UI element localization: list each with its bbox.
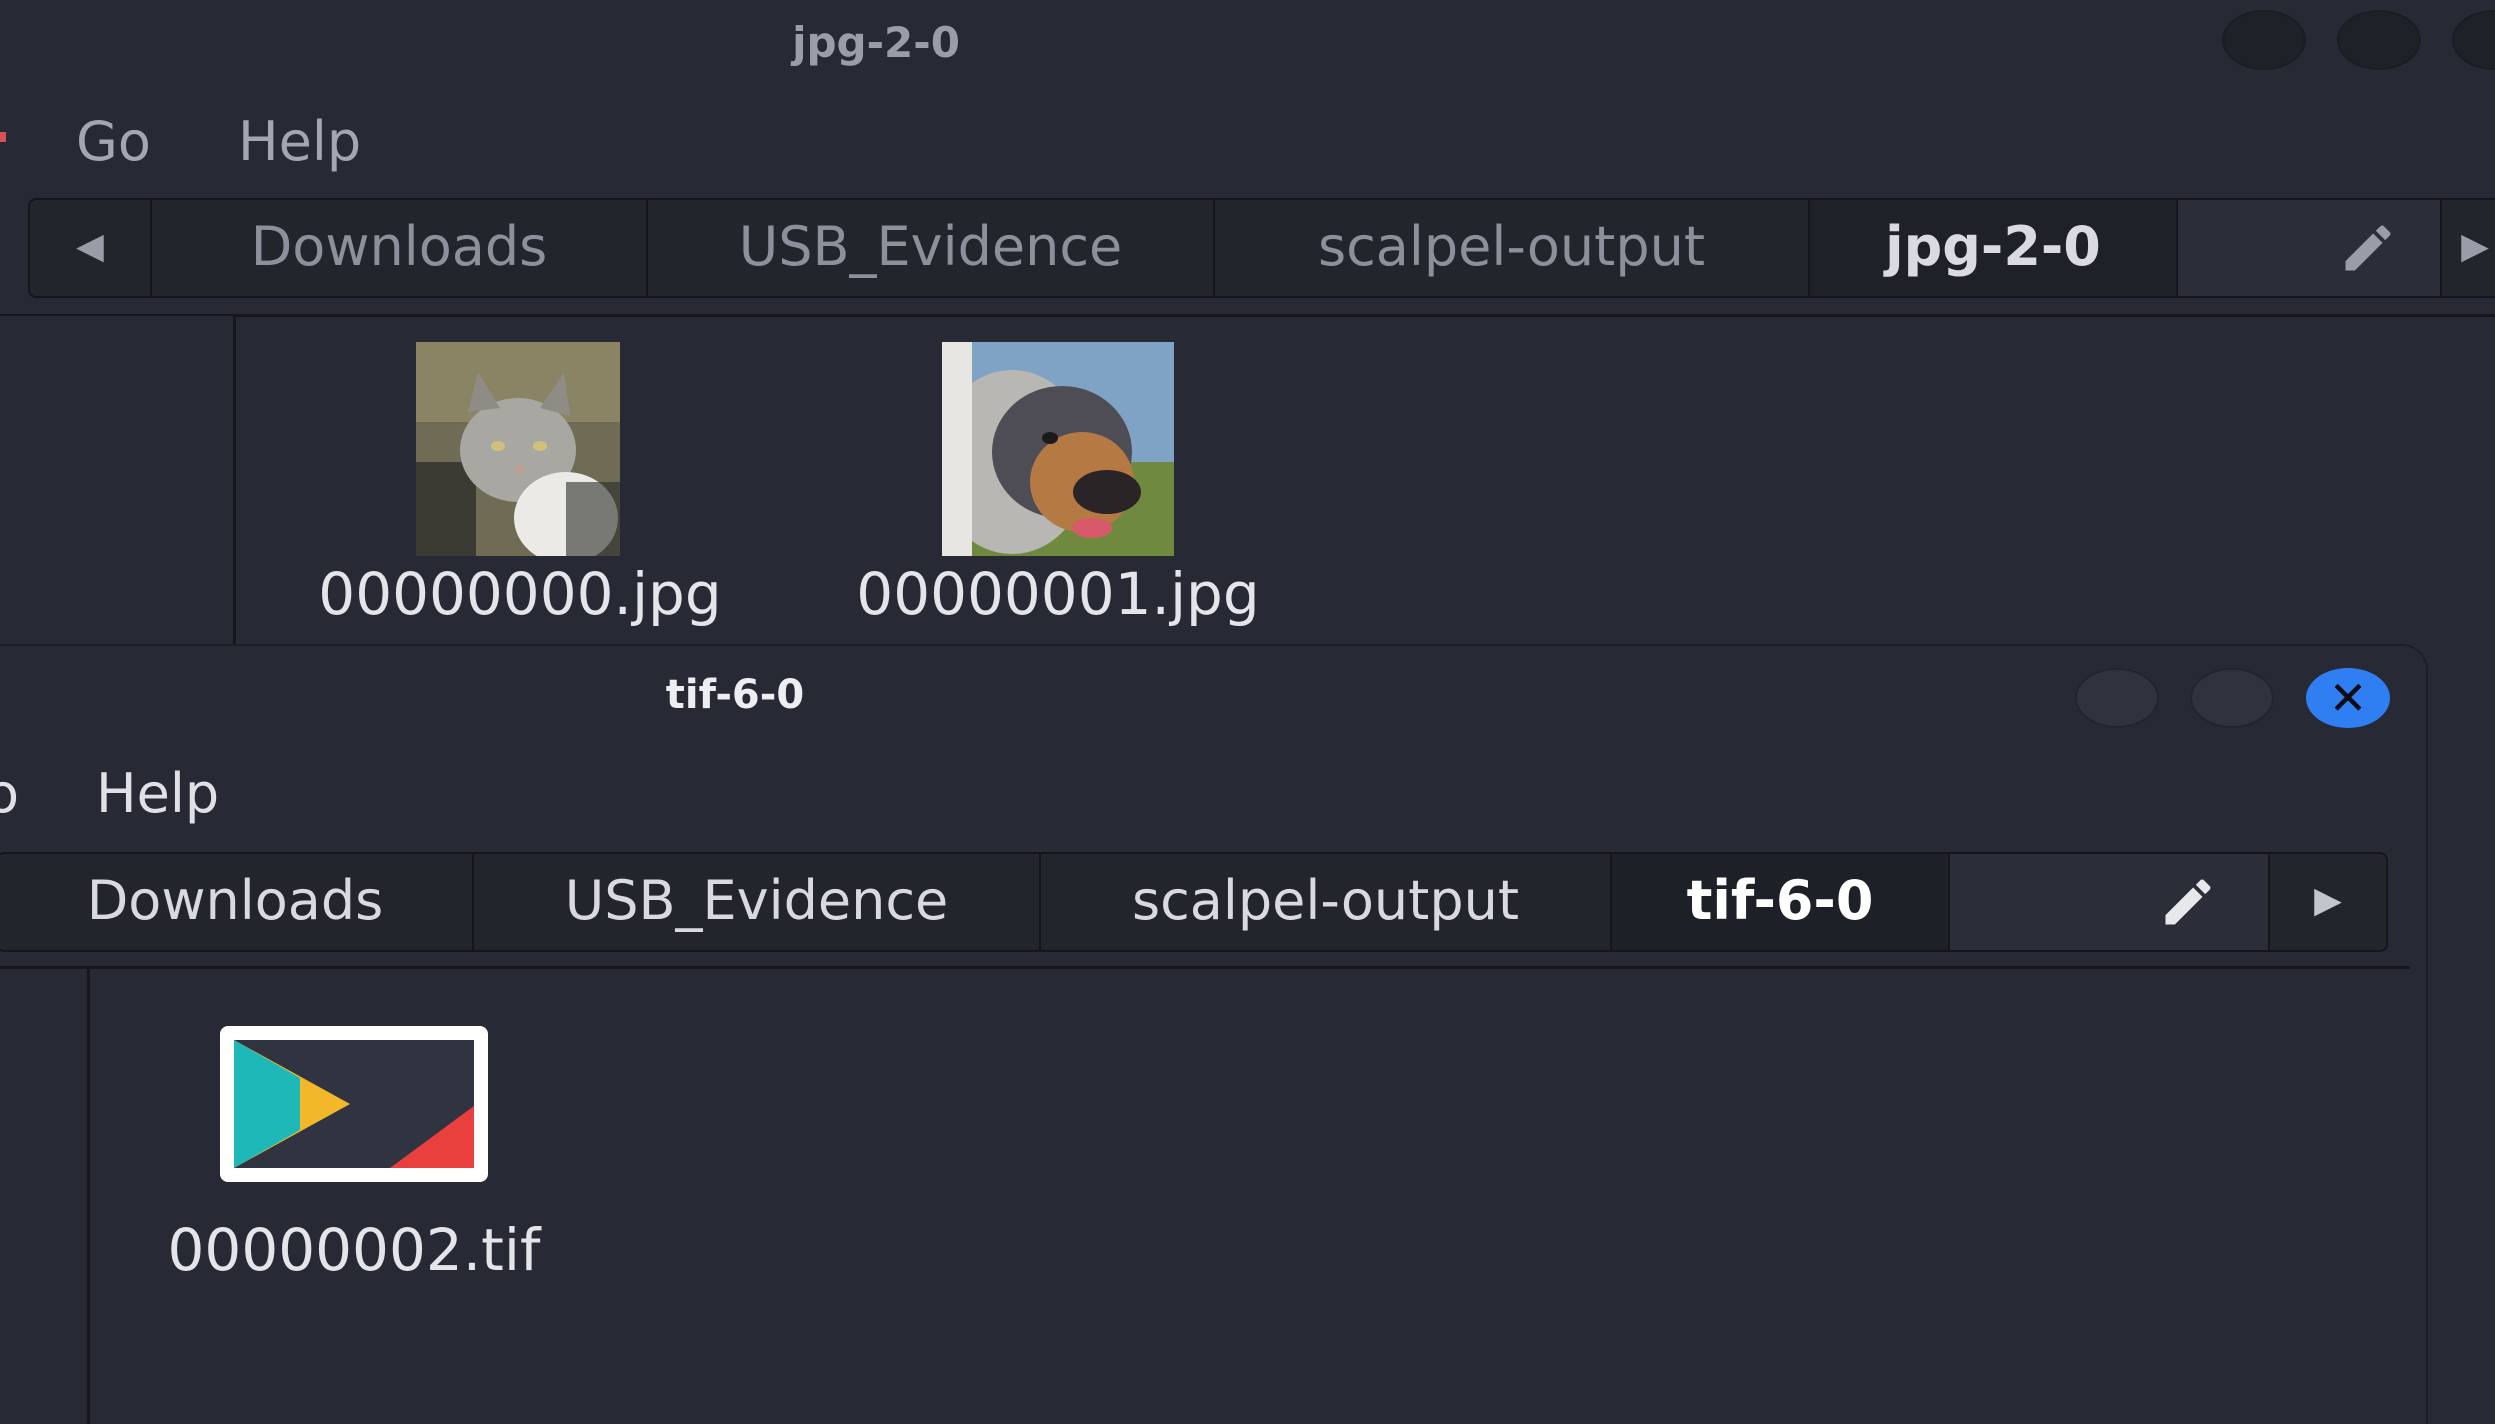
app-logo-image xyxy=(234,1040,474,1168)
menu-go[interactable]: o xyxy=(0,762,19,825)
window-title: jpg-2-0 xyxy=(792,18,960,67)
path-segment-downloads[interactable]: Downloads xyxy=(152,200,648,296)
file-name: 00000001.jpg xyxy=(856,560,1260,628)
red-edge-mark xyxy=(0,132,6,142)
dog-image xyxy=(942,342,1174,556)
menu-bar: o Help xyxy=(0,762,2426,825)
menu-bar: Go Help xyxy=(0,110,2495,173)
sidebar xyxy=(0,969,90,1424)
path-bar: ◀ Downloads USB_Evidence scalpel-output … xyxy=(28,198,2495,298)
maximize-button[interactable] xyxy=(2190,668,2274,728)
menu-help[interactable]: Help xyxy=(96,762,219,825)
cat-image xyxy=(416,342,620,556)
cat-photo-thumbnail xyxy=(416,342,620,556)
close-button[interactable] xyxy=(2452,10,2495,70)
path-segment-usb-evidence[interactable]: USB_Evidence xyxy=(474,854,1041,950)
path-segment-scalpel-output[interactable]: scalpel-output xyxy=(1041,854,1612,950)
window-title: tif-6-0 xyxy=(665,672,805,718)
maximize-button[interactable] xyxy=(2337,10,2421,70)
path-segment-downloads[interactable]: Downloads xyxy=(0,854,474,950)
path-segment-jpg-2-0[interactable]: jpg-2-0 xyxy=(1810,200,2178,296)
file-name: 00000002.tif xyxy=(167,1216,541,1284)
path-back-arrow-icon[interactable]: ◀ xyxy=(30,200,152,296)
sidebar xyxy=(0,316,236,656)
path-segment-tif-6-0[interactable]: tif-6-0 xyxy=(1612,854,1950,950)
menu-help[interactable]: Help xyxy=(238,110,361,173)
close-icon[interactable]: ✕ xyxy=(2306,668,2390,728)
path-bar: Downloads USB_Evidence scalpel-output ti… xyxy=(0,852,2388,952)
path-forward-arrow-icon[interactable]: ▶ xyxy=(2442,200,2495,296)
menu-go[interactable]: Go xyxy=(76,110,151,173)
file-name: 00000000.jpg xyxy=(318,560,722,628)
path-forward-arrow-icon[interactable]: ▶ xyxy=(2270,854,2386,950)
front-file-manager-window: tif-6-0 ✕ o Help Downloads USB_Evidence … xyxy=(0,644,2428,1424)
path-segment-usb-evidence[interactable]: USB_Evidence xyxy=(648,200,1215,296)
app-logo-image-thumbnail xyxy=(220,1026,488,1182)
content-separator xyxy=(0,314,2495,317)
edit-location-button[interactable] xyxy=(2178,200,2442,296)
edit-location-button[interactable] xyxy=(1950,854,2270,950)
pencil-icon xyxy=(2345,225,2391,271)
dog-photo-thumbnail xyxy=(942,342,1174,556)
pencil-icon xyxy=(2165,879,2211,925)
path-segment-scalpel-output[interactable]: scalpel-output xyxy=(1215,200,1810,296)
content-separator xyxy=(0,966,2410,969)
minimize-button[interactable] xyxy=(2222,10,2306,70)
minimize-button[interactable] xyxy=(2075,668,2159,728)
